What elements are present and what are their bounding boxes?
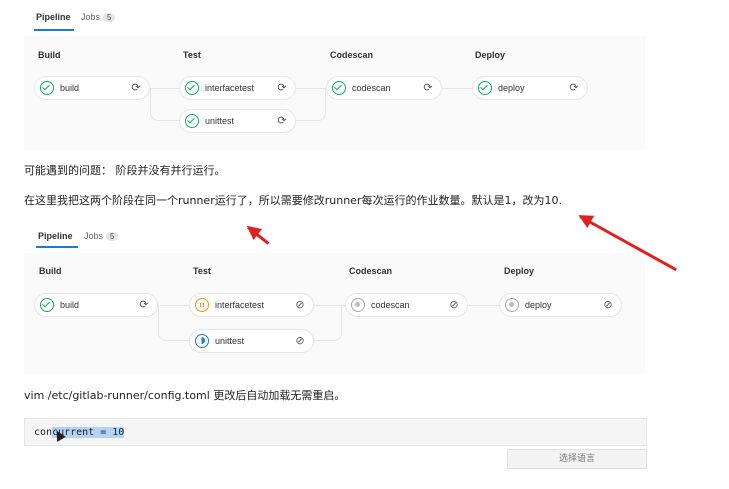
retry-icon[interactable]: ⟳ — [135, 296, 153, 314]
job-name: deploy — [498, 83, 525, 93]
stage-title-deploy: Deploy — [504, 266, 535, 276]
stage-title-build: Build — [38, 50, 61, 60]
pipeline-graph: Build Test Codescan Deploy build ⟳ inter… — [24, 36, 645, 150]
tab-active-indicator — [36, 246, 78, 248]
job-name: build — [60, 300, 80, 310]
job-build[interactable]: build ⟳ — [34, 76, 150, 100]
connector — [442, 88, 475, 89]
cancel-icon[interactable]: ⊘ — [445, 296, 463, 314]
job-name: deploy — [525, 300, 552, 310]
connector — [158, 305, 189, 341]
pipeline-tabs: Pipeline Jobs 5 — [24, 0, 645, 31]
cancel-icon[interactable]: ⊘ — [599, 296, 617, 314]
retry-icon[interactable]: ⟳ — [273, 79, 291, 97]
retry-icon[interactable]: ⟳ — [273, 112, 291, 130]
language-select[interactable]: 选择语言 — [507, 449, 647, 469]
connector — [296, 88, 326, 121]
job-interfacetest[interactable]: interfacetest ⟳ — [179, 76, 296, 100]
job-name: codescan — [352, 83, 391, 93]
code-line: concurrent = 10 — [34, 427, 125, 438]
tab-pipeline[interactable]: Pipeline — [36, 12, 71, 22]
job-name: codescan — [371, 300, 410, 310]
pipeline-graph: Build Test Codescan Deploy build ⟳ inter… — [24, 253, 645, 374]
code-block[interactable]: concurrent = 10 — [24, 418, 647, 446]
paragraph-config: vim /etc/gitlab-runner/config.toml 更改后自动… — [24, 389, 346, 402]
job-codescan[interactable]: codescan ⟳ — [326, 76, 442, 100]
tab-jobs-label: Jobs — [81, 12, 101, 22]
job-deploy[interactable]: deploy ⊘ — [499, 293, 622, 317]
status-running-icon — [195, 334, 209, 348]
status-success-icon — [185, 81, 199, 95]
job-build[interactable]: build ⟳ — [34, 293, 158, 317]
stage-title-test: Test — [183, 50, 201, 60]
tab-jobs[interactable]: Jobs 5 — [81, 12, 116, 22]
status-success-icon — [478, 81, 492, 95]
code-text: con — [34, 427, 53, 438]
cancel-icon[interactable]: ⊘ — [291, 332, 309, 350]
retry-icon[interactable]: ⟳ — [127, 79, 145, 97]
job-name: unittest — [205, 116, 235, 126]
paragraph-explanation: 在这里我把这两个阶段在同一个runner运行了，所以需要修改runner每次运行… — [24, 194, 562, 207]
pipeline-panel-bottom: Pipeline Jobs 5 Build Test Codescan Deplo… — [24, 219, 645, 374]
status-paused-icon — [195, 298, 209, 312]
jobs-count-badge: 5 — [103, 13, 116, 22]
retry-icon[interactable]: ⟳ — [565, 79, 583, 97]
paragraph-issue: 可能遇到的问题： 阶段并没有并行运行。 — [24, 164, 226, 177]
tab-pipeline[interactable]: Pipeline — [38, 231, 73, 241]
stage-title-test: Test — [193, 266, 211, 276]
tab-jobs-label: Jobs — [84, 231, 104, 241]
job-interfacetest[interactable]: interfacetest ⊘ — [189, 293, 314, 317]
jobs-count-badge: 5 — [106, 232, 119, 241]
tab-jobs[interactable]: Jobs 5 — [84, 231, 119, 241]
pipeline-tabs: Pipeline Jobs 5 — [24, 219, 645, 249]
retry-icon[interactable]: ⟳ — [419, 79, 437, 97]
job-name: build — [60, 83, 80, 93]
stage-title-codescan: Codescan — [330, 50, 374, 60]
status-success-icon — [185, 114, 199, 128]
tab-active-indicator — [34, 29, 74, 31]
job-codescan[interactable]: codescan ⊘ — [345, 293, 468, 317]
status-success-icon — [332, 81, 346, 95]
status-created-icon — [351, 298, 365, 312]
job-unittest[interactable]: unittest ⟳ — [179, 109, 296, 133]
job-name: interfacetest — [205, 83, 255, 93]
connector — [314, 305, 342, 341]
job-name: interfacetest — [215, 300, 265, 310]
job-name: unittest — [215, 336, 245, 346]
connector — [468, 305, 499, 306]
status-success-icon — [40, 81, 54, 95]
pipeline-panel-top: Pipeline Jobs 5 Build Test Codescan Deplo… — [24, 0, 645, 150]
job-deploy[interactable]: deploy ⟳ — [472, 76, 588, 100]
status-created-icon — [505, 298, 519, 312]
stage-title-deploy: Deploy — [475, 50, 506, 60]
cancel-icon[interactable]: ⊘ — [291, 296, 309, 314]
status-success-icon — [40, 298, 54, 312]
stage-title-build: Build — [39, 266, 62, 276]
stage-title-codescan: Codescan — [349, 266, 393, 276]
job-unittest[interactable]: unittest ⊘ — [189, 329, 314, 353]
connector — [150, 88, 180, 121]
